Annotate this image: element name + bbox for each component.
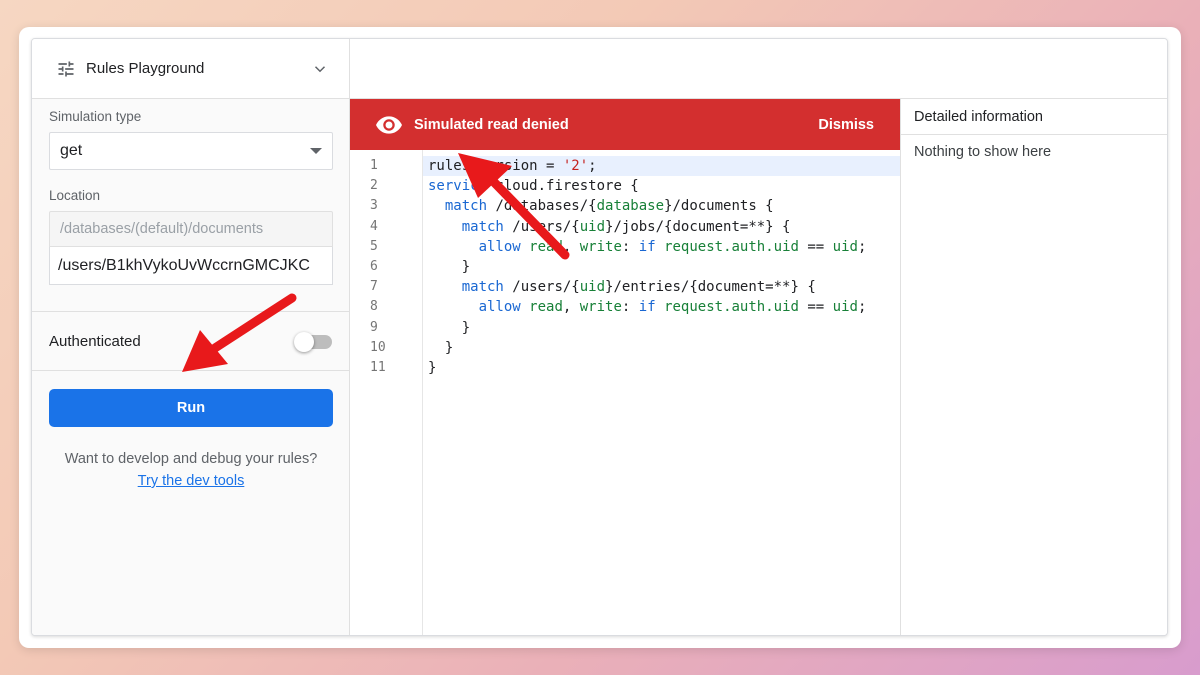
authenticated-toggle[interactable] xyxy=(294,331,332,352)
sidebar: Rules Playground Simulation type get Loc… xyxy=(32,39,350,635)
simulation-type-label: Simulation type xyxy=(49,109,142,124)
line-number: 3 xyxy=(370,198,378,214)
code-line: rules_version = '2'; xyxy=(423,156,900,177)
dropdown-caret-icon xyxy=(310,148,322,154)
toggle-thumb xyxy=(294,332,314,352)
result-banner: Simulated read denied Dismiss xyxy=(350,99,900,150)
code-line: } xyxy=(428,359,437,376)
code-line: match /users/{uid}/entries/{document=**}… xyxy=(461,279,816,296)
eye-icon xyxy=(376,115,402,134)
code-line: match /users/{uid}/jobs/{document=**} { xyxy=(461,218,791,235)
help-text: Want to develop and debug your rules? xyxy=(64,451,318,467)
rules-playground-panel: Rules Playground Simulation type get Loc… xyxy=(31,38,1168,636)
code-line: } xyxy=(428,319,471,336)
location-input[interactable]: /users/B1khVykoUvWccrnGMCJKC xyxy=(49,247,333,285)
location-prefix: /databases/(default)/documents xyxy=(49,211,333,247)
tune-icon xyxy=(58,61,74,76)
playground-title: Rules Playground xyxy=(86,60,205,77)
playground-header[interactable]: Rules Playground xyxy=(32,39,349,99)
simulation-type-value: get xyxy=(60,142,83,159)
line-number: 6 xyxy=(370,258,378,274)
line-number: 9 xyxy=(370,319,378,335)
line-number: 2 xyxy=(370,178,378,194)
authenticated-row: Authenticated xyxy=(32,312,349,370)
rules-code[interactable]: rules_version = '2'; service cloud.firest… xyxy=(423,156,900,378)
code-line: } xyxy=(428,258,471,275)
dev-tools-link[interactable]: Try the dev tools xyxy=(32,470,350,492)
code-line: allow read, write: if request.auth.uid =… xyxy=(478,299,867,316)
code-line: match /databases/{database}/documents { xyxy=(444,198,774,215)
line-number: 7 xyxy=(370,279,378,295)
code-line: allow read, write: if request.auth.uid =… xyxy=(478,238,867,255)
chevron-down-icon[interactable] xyxy=(311,60,329,78)
location-label: Location xyxy=(49,188,101,203)
simulation-type-select[interactable]: get xyxy=(49,132,333,170)
detail-title: Detailed information xyxy=(901,99,1167,135)
line-number: 11 xyxy=(370,359,386,375)
divider xyxy=(32,370,349,371)
line-number-gutter: 1 2 3 4 5 6 7 8 9 10 11 xyxy=(350,150,423,635)
line-number: 5 xyxy=(370,238,378,254)
line-number: 8 xyxy=(370,299,378,315)
line-number: 10 xyxy=(370,339,386,355)
banner-message: Simulated read denied xyxy=(414,116,569,133)
detail-empty-text: Nothing to show here xyxy=(914,144,1052,160)
help-text-block: Want to develop and debug your rules? Tr… xyxy=(32,448,350,492)
line-number: 4 xyxy=(370,218,378,234)
code-line: service cloud.firestore { xyxy=(428,178,639,195)
detail-panel: Detailed information Nothing to show her… xyxy=(900,99,1167,635)
main-toolbar xyxy=(350,39,1167,99)
rules-editor[interactable]: 1 2 3 4 5 6 7 8 9 10 11 rules_version = '2'; servic… xyxy=(350,150,900,635)
authenticated-label: Authenticated xyxy=(49,332,141,350)
line-number: 1 xyxy=(370,158,378,173)
dismiss-button[interactable]: Dismiss xyxy=(818,117,874,133)
run-button[interactable]: Run xyxy=(49,389,333,427)
code-line: } xyxy=(428,339,454,356)
